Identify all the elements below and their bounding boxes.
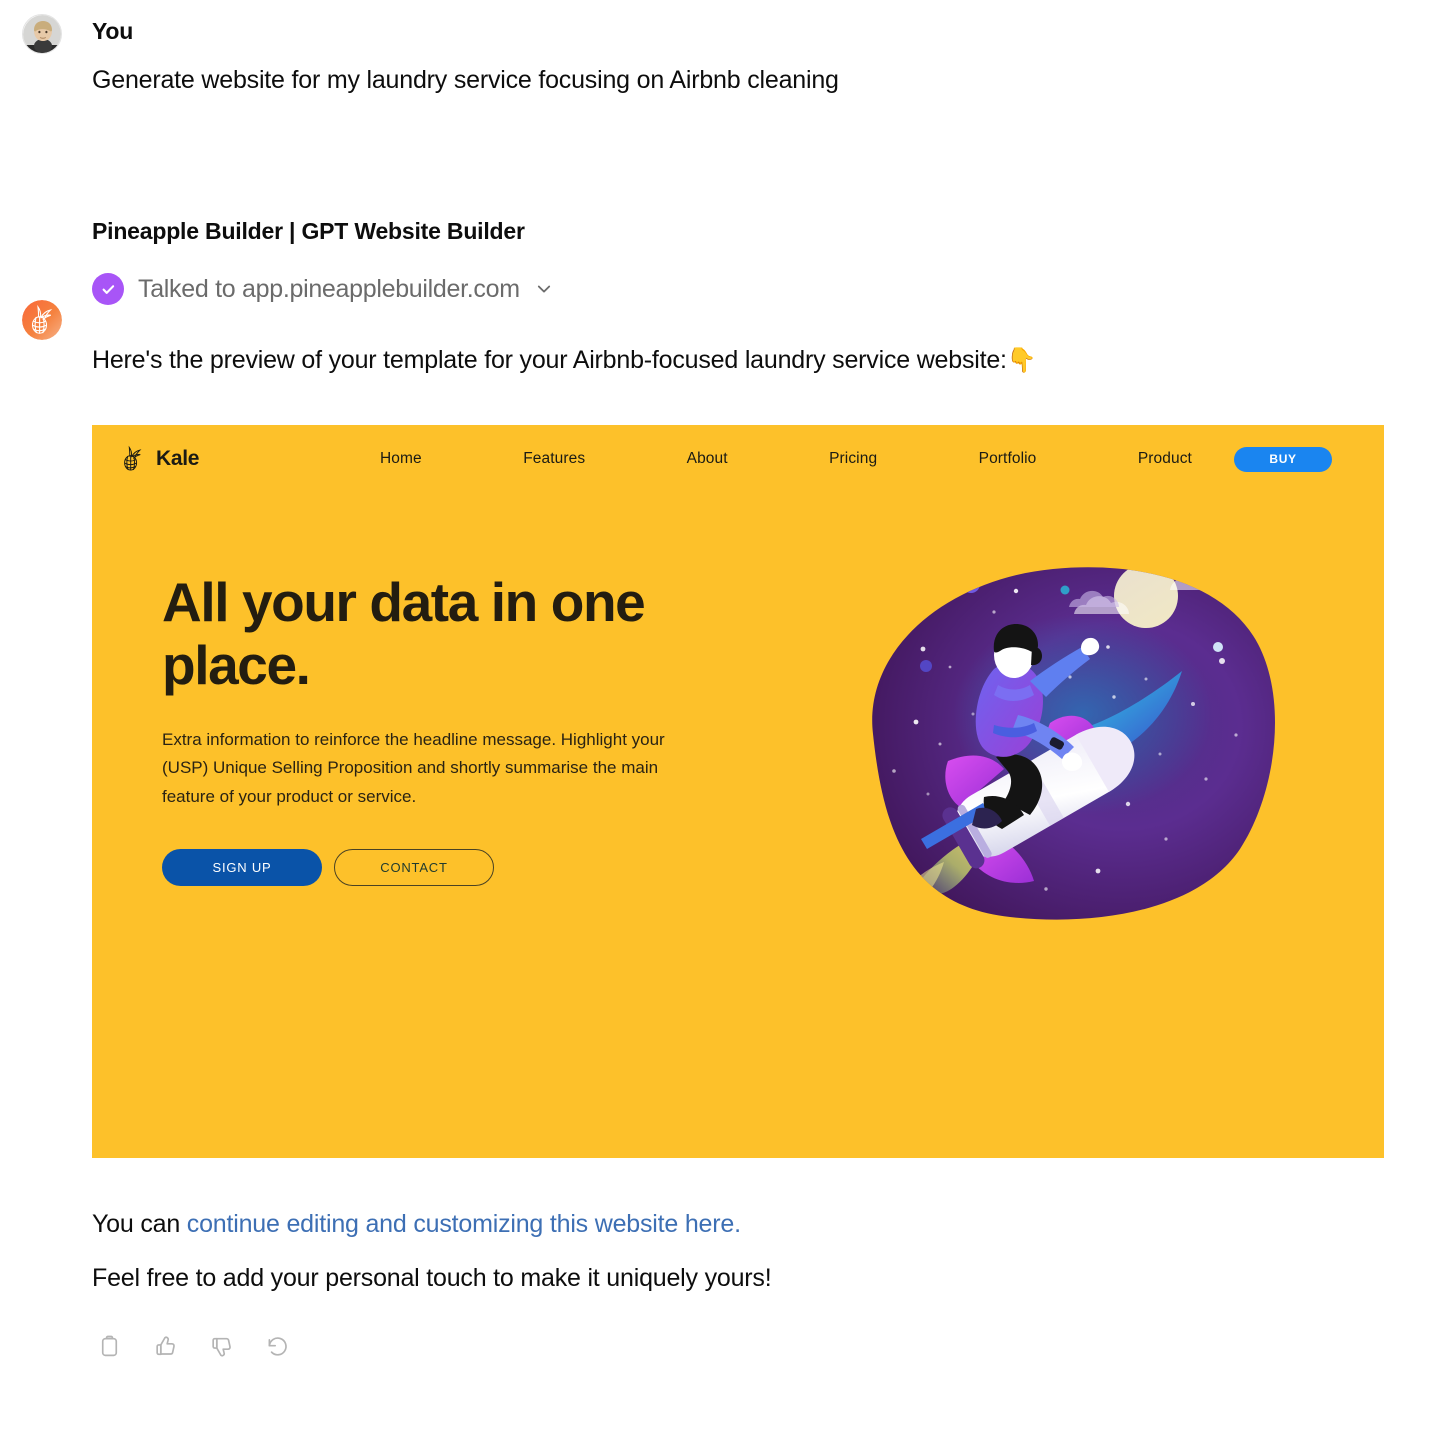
nav-link-portfolio[interactable]: Portfolio — [979, 450, 1037, 468]
edit-website-link[interactable]: continue editing and customizing this we… — [187, 1210, 741, 1238]
preview-brand[interactable]: Kale — [118, 444, 380, 474]
tool-call-row[interactable]: Talked to app.pineapplebuilder.com — [92, 273, 554, 306]
purple-check-icon — [92, 273, 124, 306]
assistant-avatar-container — [22, 299, 62, 340]
user-photo-avatar — [22, 14, 62, 54]
pineapple-icon — [124, 445, 142, 471]
website-preview-card[interactable]: Kale Home Features About Pricing Portfol… — [92, 425, 1384, 1159]
closing-line-2: Feel free to add your personal touch to … — [92, 1264, 772, 1293]
astronaut-riding-rocket-illustration — [872, 567, 1276, 920]
preview-nav-links: Home Features About Pricing Portfolio Pr… — [380, 450, 1234, 468]
good-response-button[interactable] — [148, 1331, 182, 1365]
assistant-author-name: Pineapple Builder | GPT Website Builder — [92, 217, 525, 244]
user-author-name: You — [92, 18, 134, 44]
clipboard-icon — [97, 1334, 122, 1362]
nav-link-about[interactable]: About — [687, 450, 728, 468]
nav-link-features[interactable]: Features — [523, 450, 585, 468]
buy-button[interactable]: BUY — [1234, 446, 1332, 472]
user-message-text: Generate website for my laundry service … — [92, 65, 839, 94]
preview-hero-subtitle: Extra information to reinforce the headl… — [162, 729, 665, 806]
closing-line-1: You can continue editing and customizing… — [92, 1206, 1390, 1242]
thumbs-up-icon — [153, 1334, 178, 1362]
chevron-down-icon[interactable] — [534, 279, 554, 299]
user-avatar-container — [22, 14, 62, 54]
nav-link-product[interactable]: Product — [1138, 450, 1192, 468]
user-message: You Generate website for my laundry serv… — [0, 0, 1430, 98]
assistant-intro-text: Here's the preview of your template for … — [92, 342, 1390, 379]
sign-up-button[interactable]: SIGN UP — [162, 849, 322, 887]
copy-button[interactable] — [92, 1331, 126, 1365]
nav-link-home[interactable]: Home — [380, 450, 422, 468]
contact-button[interactable]: CONTACT — [334, 849, 494, 887]
preview-hero-buttons: SIGN UP CONTACT — [162, 849, 712, 887]
user-message-body: You Generate website for my laundry serv… — [92, 18, 1430, 98]
pineapple-logo-graphic — [22, 299, 62, 340]
conversation-thread: You Generate website for my laundry serv… — [0, 0, 1430, 1365]
assistant-message: Pineapple Builder | GPT Website Builder … — [0, 98, 1430, 1365]
avatar-photo-graphic — [23, 15, 61, 53]
assistant-closing-text: You can continue editing and customizing… — [92, 1206, 1390, 1297]
preview-hero-title: All your data in one place. — [162, 571, 646, 696]
preview-hero-illustration-column — [712, 539, 1384, 939]
preview-navbar: Kale Home Features About Pricing Portfol… — [92, 425, 1384, 493]
pointing-down-emoji: 👇 — [1006, 347, 1037, 375]
message-actions-toolbar — [92, 1331, 1390, 1365]
pineapple-gpt-avatar — [22, 299, 62, 340]
assistant-message-body: Pineapple Builder | GPT Website Builder … — [92, 218, 1430, 1365]
preview-hero-text-column: All your data in one place. Extra inform… — [92, 571, 712, 939]
thumbs-down-icon — [209, 1334, 234, 1362]
preview-hero: All your data in one place. Extra inform… — [92, 493, 1384, 939]
tool-call-label: Talked to app.pineapplebuilder.com — [138, 274, 520, 303]
preview-brand-name: Kale — [156, 447, 200, 471]
bad-response-button[interactable] — [204, 1331, 238, 1365]
nav-link-pricing[interactable]: Pricing — [829, 450, 877, 468]
assistant-intro-sentence: Here's the preview of your template for … — [92, 346, 1007, 375]
regenerate-button[interactable] — [260, 1331, 294, 1365]
regenerate-icon — [265, 1334, 290, 1362]
closing-line-1-prefix: You can — [92, 1210, 187, 1239]
